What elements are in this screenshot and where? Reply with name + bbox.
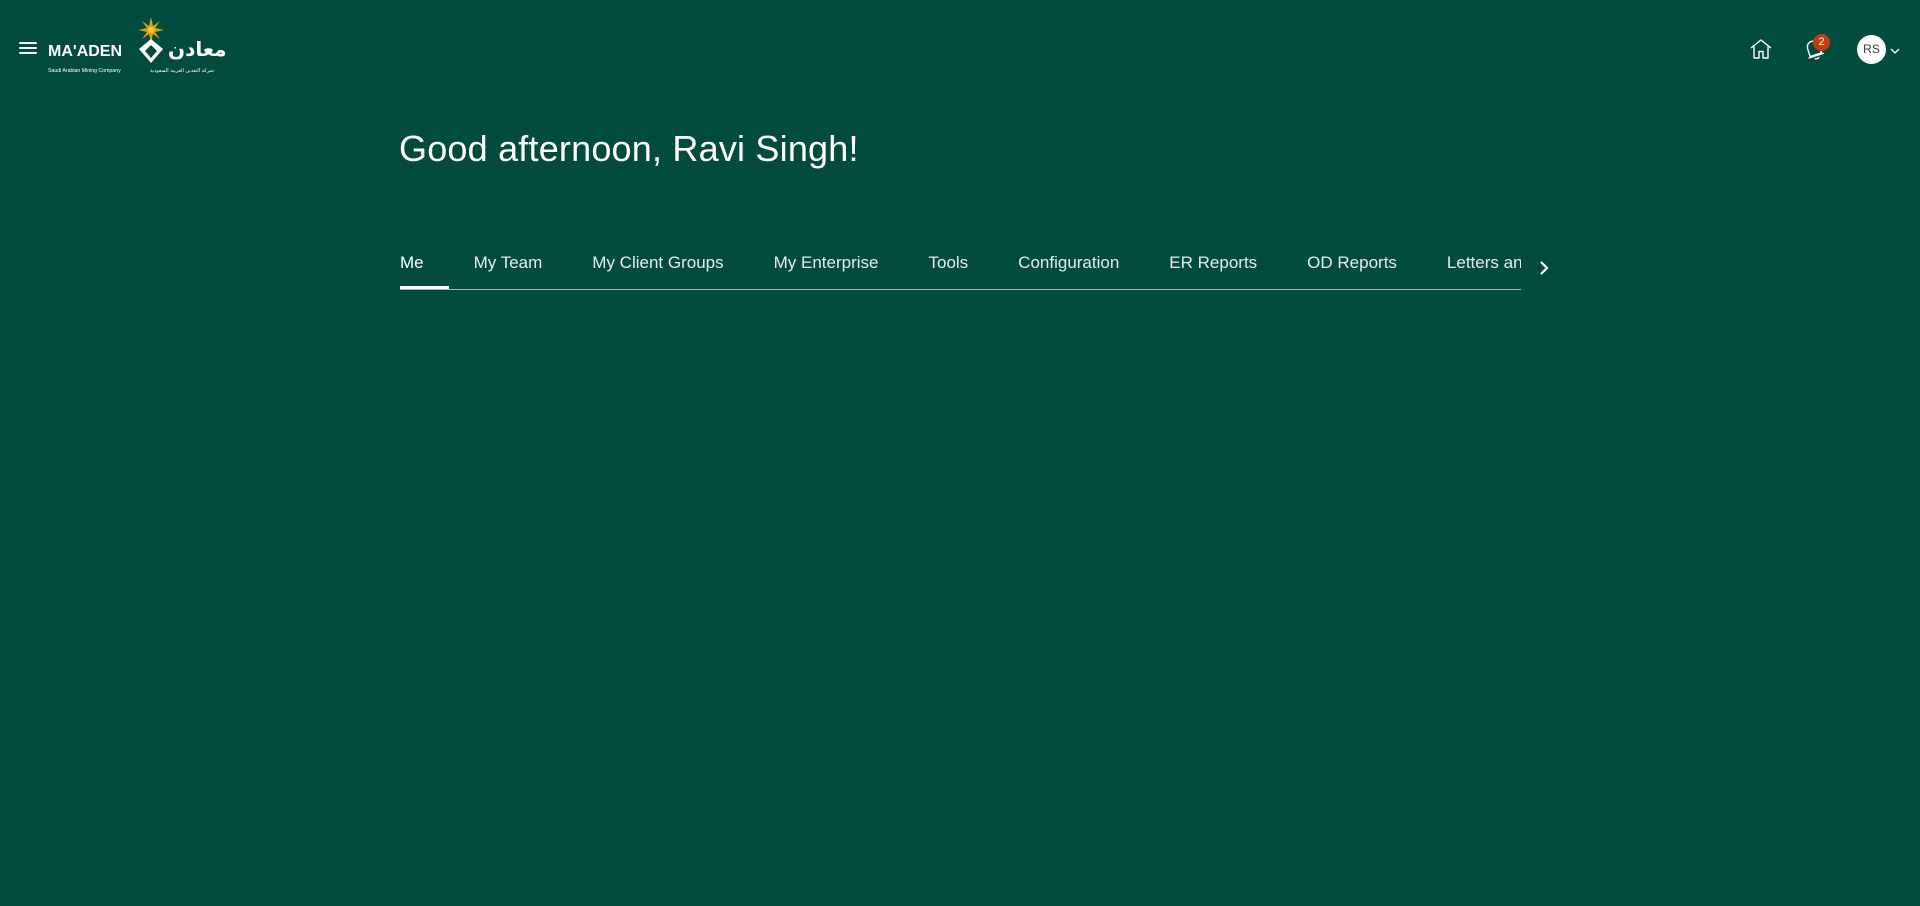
tab-tools[interactable]: Tools: [928, 246, 968, 289]
tab-configuration[interactable]: Configuration: [1018, 246, 1119, 289]
svg-text:MA'ADEN: MA'ADEN: [48, 43, 122, 60]
notification-count-badge[interactable]: 2: [1813, 34, 1830, 51]
maaden-logo[interactable]: MA'ADEN معادن Saudi Arabian Mining Compa…: [48, 16, 253, 80]
svg-text:شركة التعدين العربية السعودية: شركة التعدين العربية السعودية: [150, 68, 214, 74]
hamburger-icon[interactable]: [16, 38, 40, 58]
tab-my-enterprise[interactable]: My Enterprise: [774, 246, 879, 289]
page: MA'ADEN معادن Saudi Arabian Mining Compa…: [0, 0, 1920, 906]
svg-text:معادن: معادن: [168, 37, 227, 61]
tab-me[interactable]: Me: [400, 246, 448, 289]
tab-my-client-groups[interactable]: My Client Groups: [592, 246, 723, 289]
tab-my-team[interactable]: My Team: [474, 246, 543, 289]
tab-er-reports[interactable]: ER Reports: [1169, 246, 1257, 289]
tab-od-reports[interactable]: OD Reports: [1307, 246, 1397, 289]
home-icon[interactable]: [1748, 37, 1774, 61]
chevron-down-icon[interactable]: [1889, 44, 1901, 56]
diamond-mark: [139, 39, 163, 63]
chevron-right-icon[interactable]: [1534, 258, 1554, 278]
svg-text:Saudi Arabian Mining Company: Saudi Arabian Mining Company: [48, 68, 121, 74]
tab-list: Me My Team My Client Groups My Enterprise To…: [400, 246, 1521, 289]
greeting-title: Good afternoon, Ravi Singh!: [399, 128, 859, 169]
tab-strip: Me My Team My Client Groups My Enterprise To…: [400, 246, 1521, 290]
avatar[interactable]: RS: [1857, 35, 1886, 64]
tab-letters-and[interactable]: Letters and: [1447, 246, 1521, 289]
top-bar: MA'ADEN معادن Saudi Arabian Mining Compa…: [0, 0, 1920, 100]
